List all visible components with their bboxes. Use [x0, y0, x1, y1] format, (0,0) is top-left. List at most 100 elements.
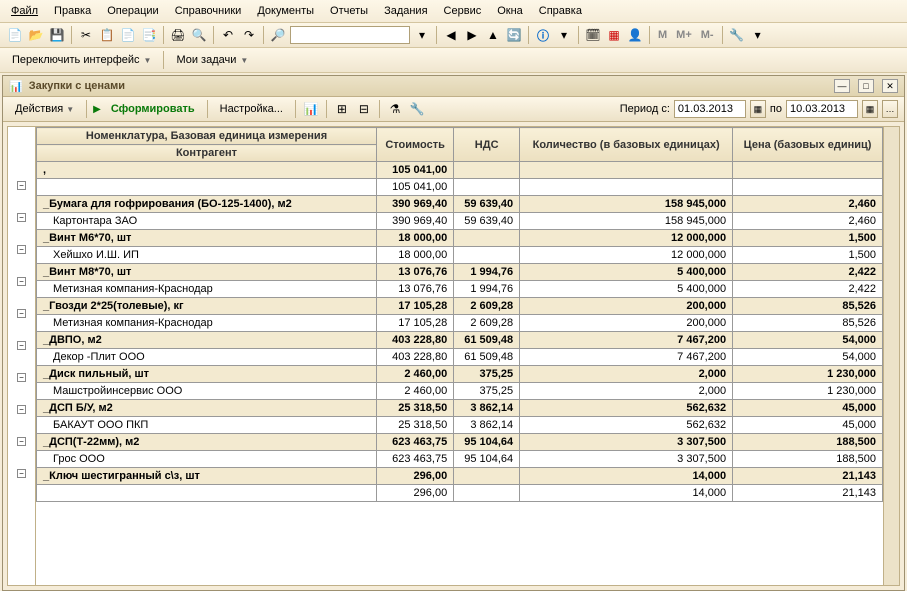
cell-value: 54,000 — [733, 332, 883, 349]
collapse-toggle[interactable]: − — [17, 373, 26, 382]
help-icon[interactable]: ⓘ — [534, 26, 552, 44]
menu-tasks[interactable]: Задания — [377, 2, 434, 20]
table-row[interactable]: Декор -Плит ООО403 228,8061 509,487 467,… — [37, 349, 883, 366]
menu-service[interactable]: Сервис — [437, 2, 489, 20]
paste-icon[interactable]: 📄 — [119, 26, 137, 44]
table-row[interactable]: _Винт М6*70, шт18 000,0012 000,0001,500 — [37, 230, 883, 247]
dropdown-icon[interactable]: ▾ — [555, 26, 573, 44]
close-button[interactable]: ✕ — [882, 79, 898, 93]
redo-icon[interactable]: ↷ — [240, 26, 258, 44]
table-row[interactable]: _Бумага для гофрирования (БО-125-1400), … — [37, 196, 883, 213]
user-icon[interactable]: 👤 — [626, 26, 644, 44]
cell-name: , — [37, 162, 377, 179]
collapse-toggle[interactable]: − — [17, 277, 26, 286]
form-button[interactable]: Сформировать — [105, 101, 201, 117]
collapse-toggle[interactable]: − — [17, 437, 26, 446]
memory-mplus[interactable]: M+ — [673, 29, 695, 41]
table-row[interactable]: ,105 041,00 — [37, 162, 883, 179]
table-row[interactable]: Машстройинсервис ООО2 460,00375,252,0001… — [37, 383, 883, 400]
cell-value: 54,000 — [733, 349, 883, 366]
switch-interface-button[interactable]: Переключить интерфейс ▼ — [8, 52, 155, 68]
menu-documents[interactable]: Документы — [250, 2, 321, 20]
calc-icon[interactable]: 🗓 — [584, 26, 602, 44]
paste2-icon[interactable]: 📑 — [140, 26, 158, 44]
menu-edit[interactable]: Правка — [47, 2, 98, 20]
calendar-icon[interactable]: ▦ — [605, 26, 623, 44]
table-row[interactable]: _ДВПО, м2403 228,8061 509,487 467,20054,… — [37, 332, 883, 349]
date-from-input[interactable] — [674, 100, 746, 118]
report-table: Номенклатура, Базовая единица измерения … — [36, 127, 883, 502]
print-icon[interactable]: 🖨 — [169, 26, 187, 44]
table-row[interactable]: Хейшхо И.Ш. ИП18 000,0012 000,0001,500 — [37, 247, 883, 264]
find-icon[interactable]: 🔎 — [269, 26, 287, 44]
collapse-icon[interactable]: ⊟ — [355, 100, 373, 118]
date-from-picker[interactable]: ▦ — [750, 100, 766, 118]
col-qty[interactable]: Количество (в базовых единицах) — [520, 128, 733, 162]
collapse-toggle[interactable]: − — [17, 245, 26, 254]
wrench-icon[interactable]: 🔧 — [728, 26, 746, 44]
collapse-toggle[interactable]: − — [17, 405, 26, 414]
refresh-icon[interactable]: 🔄 — [505, 26, 523, 44]
table-row[interactable]: _Диск пильный, шт2 460,00375,252,0001 23… — [37, 366, 883, 383]
save-icon[interactable]: 💾 — [48, 26, 66, 44]
nav-fwd-icon[interactable]: ▶ — [463, 26, 481, 44]
menu-file[interactable]: Файл — [4, 2, 45, 20]
undo-icon[interactable]: ↶ — [219, 26, 237, 44]
memory-mminus[interactable]: M- — [698, 29, 717, 41]
search-go-icon[interactable]: ▾ — [413, 26, 431, 44]
date-to-picker[interactable]: ▦ — [862, 100, 878, 118]
search-input[interactable] — [290, 26, 410, 44]
table-row[interactable]: БАКАУТ ООО ПКП25 318,503 862,14562,63245… — [37, 417, 883, 434]
cut-icon[interactable]: ✂ — [77, 26, 95, 44]
actions-dropdown[interactable]: Действия ▼ — [9, 101, 80, 117]
period-dialog-button[interactable]: … — [882, 100, 898, 118]
table-row[interactable]: Метизная компания-Краснодар13 076,761 99… — [37, 281, 883, 298]
table-row[interactable]: _ДСП(Т-22мм), м2623 463,7595 104,643 307… — [37, 434, 883, 451]
col-price[interactable]: Цена (базовых единиц) — [733, 128, 883, 162]
nav-up-icon[interactable]: ▲ — [484, 26, 502, 44]
menu-reports[interactable]: Отчеты — [323, 2, 375, 20]
col-vat[interactable]: НДС — [454, 128, 520, 162]
table-row[interactable]: Грос ООО623 463,7595 104,643 307,500188,… — [37, 451, 883, 468]
minimize-button[interactable]: — — [834, 79, 850, 93]
separator — [528, 26, 529, 44]
memory-m[interactable]: M — [655, 29, 670, 41]
menu-windows[interactable]: Окна — [490, 2, 530, 20]
nav-back-icon[interactable]: ◀ — [442, 26, 460, 44]
table-row[interactable]: 296,0014,00021,143 — [37, 485, 883, 502]
table-row[interactable]: Метизная компания-Краснодар17 105,282 60… — [37, 315, 883, 332]
collapse-toggle[interactable]: − — [17, 341, 26, 350]
table-row[interactable]: 105 041,00 — [37, 179, 883, 196]
table-row[interactable]: Картонтара ЗАО390 969,4059 639,40158 945… — [37, 213, 883, 230]
separator — [379, 100, 380, 118]
settings-button[interactable]: Настройка... — [214, 101, 289, 117]
filter-icon[interactable]: ⚗ — [386, 100, 404, 118]
collapse-toggle[interactable]: − — [17, 213, 26, 222]
date-to-input[interactable] — [786, 100, 858, 118]
maximize-button[interactable]: □ — [858, 79, 874, 93]
preview-icon[interactable]: 🔍 — [190, 26, 208, 44]
col-name2[interactable]: Контрагент — [37, 145, 377, 162]
table-row[interactable]: _ДСП Б/У, м225 318,503 862,14562,63245,0… — [37, 400, 883, 417]
report-grid[interactable]: Номенклатура, Базовая единица измерения … — [36, 127, 883, 585]
expand-icon[interactable]: ⊞ — [333, 100, 351, 118]
menu-help[interactable]: Справка — [532, 2, 589, 20]
dropdown2-icon[interactable]: ▾ — [749, 26, 767, 44]
table-row[interactable]: _Гвозди 2*25(толевые), кг17 105,282 609,… — [37, 298, 883, 315]
table-row[interactable]: _Винт М8*70, шт13 076,761 994,765 400,00… — [37, 264, 883, 281]
menu-operations[interactable]: Операции — [100, 2, 165, 20]
copy-icon[interactable]: 📋 — [98, 26, 116, 44]
col-cost[interactable]: Стоимость — [377, 128, 454, 162]
tool-icon[interactable]: 🔧 — [408, 100, 426, 118]
col-name1[interactable]: Номенклатура, Базовая единица измерения — [37, 128, 377, 145]
collapse-toggle[interactable]: − — [17, 469, 26, 478]
new-icon[interactable]: 📄 — [6, 26, 24, 44]
menu-directories[interactable]: Справочники — [168, 2, 249, 20]
collapse-toggle[interactable]: − — [17, 181, 26, 190]
collapse-toggle[interactable]: − — [17, 309, 26, 318]
chart-icon[interactable]: 📊 — [302, 100, 320, 118]
vertical-scrollbar[interactable] — [883, 127, 899, 585]
open-icon[interactable]: 📂 — [27, 26, 45, 44]
table-row[interactable]: _Ключ шестигранный с\з, шт296,0014,00021… — [37, 468, 883, 485]
my-tasks-button[interactable]: Мои задачи ▼ — [172, 52, 252, 68]
